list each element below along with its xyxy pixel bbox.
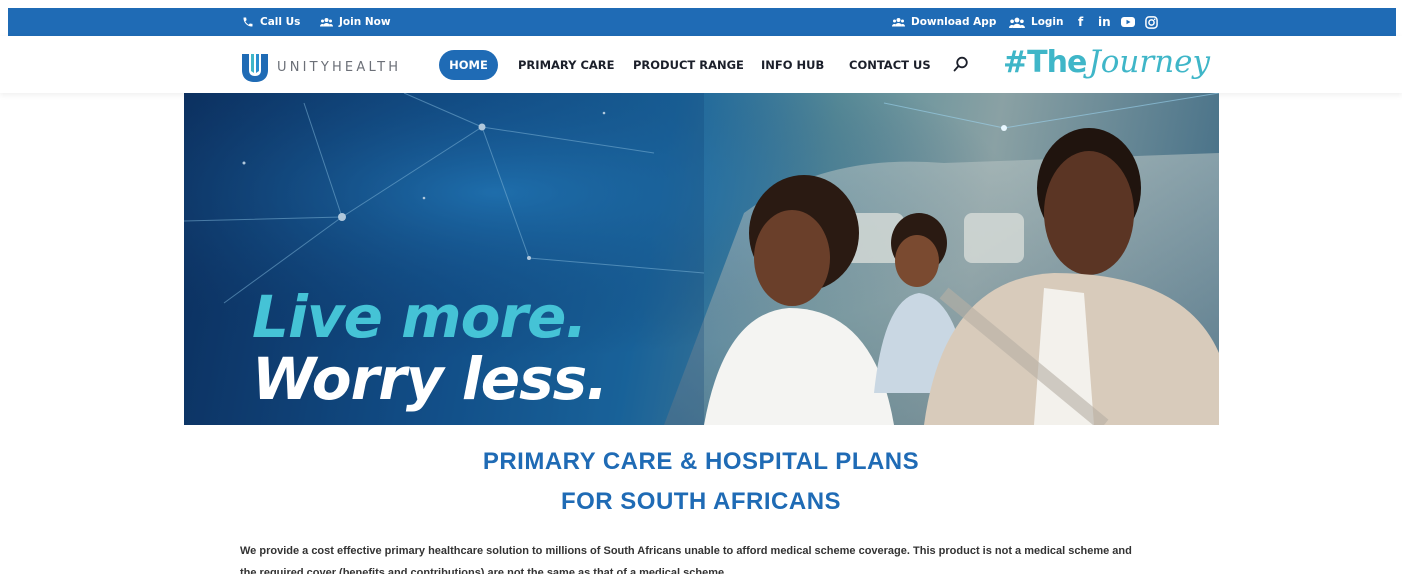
- hero-headline-line2: Worry less.: [252, 345, 608, 413]
- logo-text[interactable]: UNITYHEALTH: [277, 60, 401, 75]
- page-title-line2: FOR SOUTH AFRICANS: [560, 488, 842, 515]
- hero-headline-line1: Live more.: [252, 283, 587, 351]
- intro-paragraph: We provide a cost effective primary heal…: [240, 540, 1180, 574]
- page-title-line1: PRIMARY CARE & HOSPITAL PLANS: [482, 448, 920, 475]
- youtube-icon[interactable]: [1121, 8, 1135, 36]
- call-us-link[interactable]: Call Us: [242, 8, 300, 36]
- nav-home[interactable]: HOME: [439, 50, 498, 80]
- join-now-link[interactable]: Join Now: [320, 8, 391, 36]
- join-now-label: Join Now: [339, 16, 391, 28]
- the-journey-logo[interactable]: #The Journey: [1003, 44, 1210, 84]
- main-header: UNITYHEALTH HOME PRIMARY CARE PRODUCT RA…: [0, 36, 1402, 93]
- call-us-label: Call Us: [260, 16, 301, 28]
- download-app-link[interactable]: Download App: [892, 8, 996, 36]
- facebook-icon[interactable]: f: [1078, 8, 1083, 36]
- instagram-icon[interactable]: [1145, 8, 1158, 36]
- hero-banner: Live more. Worry less.: [184, 93, 1219, 425]
- intro-line-1: We provide a cost effective primary heal…: [240, 545, 1132, 557]
- nav-primary-care[interactable]: PRIMARY CARE: [518, 50, 615, 80]
- top-bar: Call Us Join Now Download App Login f in: [8, 8, 1396, 36]
- download-app-label: Download App: [911, 16, 997, 28]
- phone-icon: [242, 16, 254, 28]
- journey-hash-text: #The: [1003, 45, 1087, 80]
- users-icon: [1009, 17, 1025, 28]
- unityhealth-logo-icon[interactable]: [240, 52, 270, 87]
- users-icon: [320, 17, 333, 27]
- login-link[interactable]: Login: [1009, 8, 1064, 36]
- journey-script-text: Journey: [1088, 44, 1211, 80]
- nav-info-hub[interactable]: INFO HUB: [761, 50, 824, 80]
- linkedin-icon[interactable]: in: [1098, 8, 1111, 36]
- intro-line-2: the required cover (benefits and contrib…: [240, 567, 728, 574]
- nav-product-range[interactable]: PRODUCT RANGE: [633, 50, 744, 80]
- search-icon[interactable]: [953, 56, 969, 77]
- nav-contact-us[interactable]: CONTACT US: [849, 50, 931, 80]
- users-icon: [892, 17, 905, 27]
- login-label: Login: [1031, 16, 1064, 28]
